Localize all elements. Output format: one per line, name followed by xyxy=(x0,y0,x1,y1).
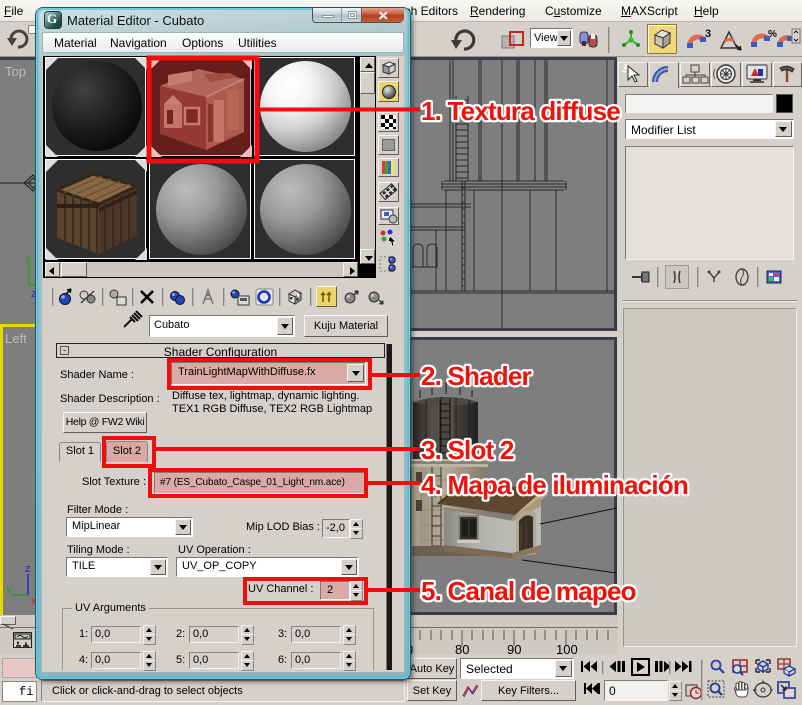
svg-text:90: 90 xyxy=(507,642,521,655)
svg-text:y: y xyxy=(25,252,31,264)
svg-text:z: z xyxy=(25,563,31,575)
svg-text:y: y xyxy=(6,583,12,595)
svg-text:3: 3 xyxy=(705,28,711,40)
svg-text:100: 100 xyxy=(556,642,578,655)
svg-text:80: 80 xyxy=(455,642,469,655)
